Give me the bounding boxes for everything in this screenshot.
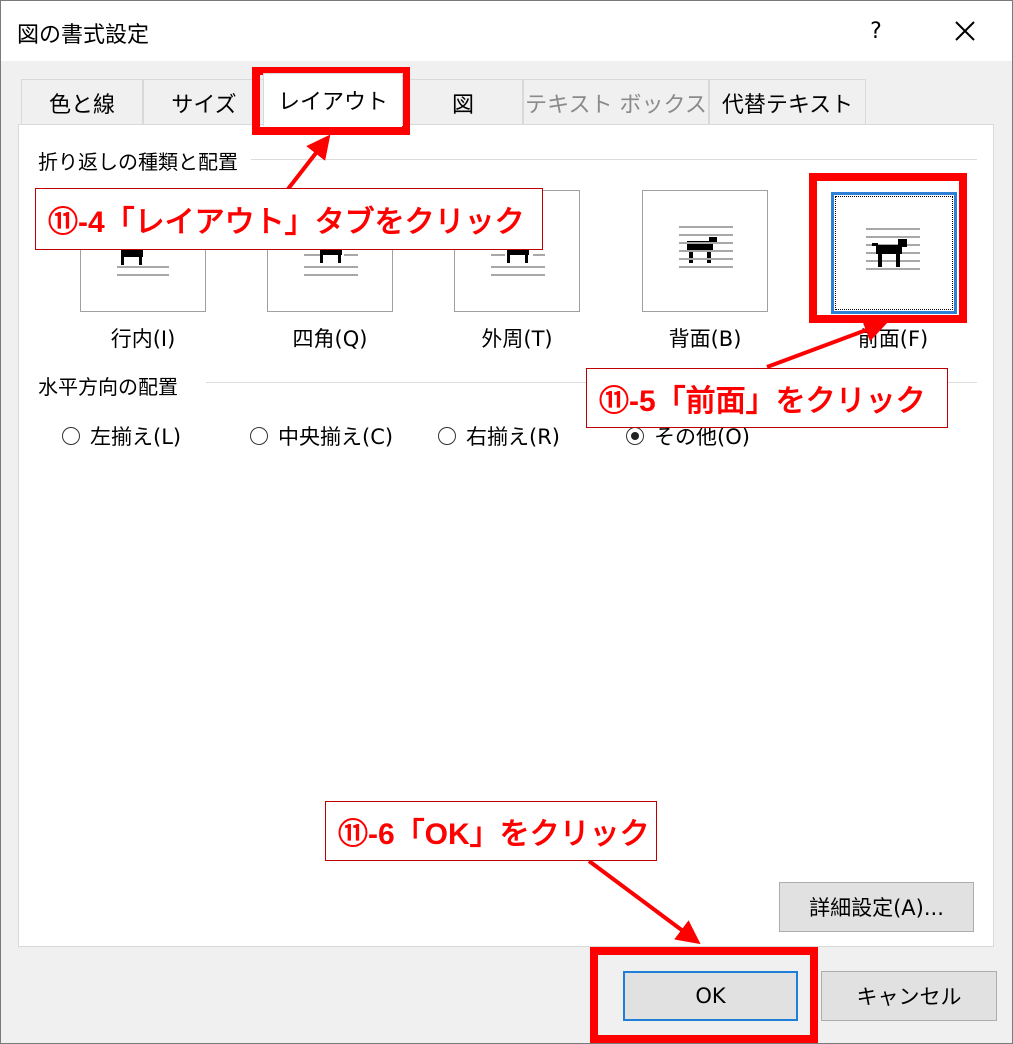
tab-text-box: テキスト ボックス <box>523 79 709 125</box>
tab-label: 色と線 <box>48 92 115 118</box>
format-picture-dialog: 図の書式設定 ? 色と線 サイズ レイアウト 図 テキスト ボックス 代替テキス… <box>0 0 1013 1044</box>
tab-alt-text[interactable]: 代替テキスト <box>709 79 866 125</box>
tab-size[interactable]: サイズ <box>143 79 265 125</box>
title-bar: 図の書式設定 ? <box>1 1 1012 61</box>
tab-label: 図 <box>451 92 474 118</box>
radio-circle[interactable] <box>438 427 456 445</box>
wrap-label-in-front: 前面(F) <box>857 327 929 351</box>
help-icon: ? <box>870 18 882 44</box>
annotation-text: ⑪-4「レイアウト」タブをクリック <box>48 206 525 239</box>
radio-align-center[interactable]: 中央揃え(C) <box>250 421 393 451</box>
close-button[interactable] <box>941 9 989 53</box>
radio-align-left[interactable]: 左揃え(L) <box>62 421 181 451</box>
wrap-label-square: 四角(Q) <box>292 327 368 351</box>
wrap-label-behind: 背面(B) <box>668 327 742 351</box>
annotation-text: ⑪-5「前面」をクリック <box>599 385 926 418</box>
horizontal-section-label: 水平方向の配置 <box>38 371 186 400</box>
tab-picture[interactable]: 図 <box>403 79 523 125</box>
radio-circle-checked[interactable] <box>626 427 644 445</box>
wrap-label-inline: 行内(I) <box>110 327 176 351</box>
tab-label: テキスト ボックス <box>525 92 707 118</box>
tab-layout[interactable]: レイアウト <box>263 73 403 126</box>
radio-label: 左揃え(L) <box>90 425 182 449</box>
wrap-label-tight: 外周(T) <box>481 327 553 351</box>
button-label: 詳細設定(A)... <box>809 896 944 920</box>
cancel-button[interactable]: キャンセル <box>821 971 997 1021</box>
radio-label: 右揃え(R) <box>466 425 560 449</box>
help-button[interactable]: ? <box>856 11 896 51</box>
wrap-section-label: 折り返しの種類と配置 <box>38 146 246 175</box>
radio-circle[interactable] <box>62 427 80 445</box>
radio-circle[interactable] <box>250 427 268 445</box>
annotation-text: ⑪-6「OK」をクリック <box>338 818 650 851</box>
dialog-title: 図の書式設定 <box>17 23 150 48</box>
annotation-step-5: ⑪-5「前面」をクリック <box>586 368 948 428</box>
close-icon <box>955 21 975 41</box>
button-label: キャンセル <box>856 985 962 1009</box>
tab-color-line[interactable]: 色と線 <box>21 79 143 125</box>
annotation-step-6: ⑪-6「OK」をクリック <box>325 801 657 861</box>
in-front-option-highlight <box>809 173 967 323</box>
group-divider <box>251 159 977 160</box>
wrap-option-behind[interactable] <box>642 190 768 312</box>
tab-label: レイアウト <box>277 90 388 115</box>
tab-label: 代替テキスト <box>721 92 854 118</box>
radio-label: 中央揃え(C) <box>278 425 394 449</box>
radio-align-right[interactable]: 右揃え(R) <box>438 421 560 451</box>
annotation-step-4: ⑪-4「レイアウト」タブをクリック <box>35 188 543 250</box>
advanced-settings-button[interactable]: 詳細設定(A)... <box>779 882 974 932</box>
ok-button-highlight <box>590 947 818 1043</box>
behind-text-icon <box>679 226 733 268</box>
tab-label: サイズ <box>171 92 237 118</box>
